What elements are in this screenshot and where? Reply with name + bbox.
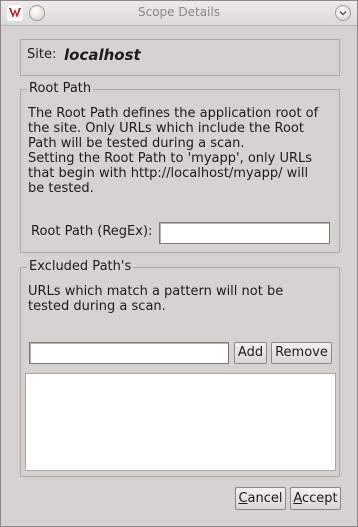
- description-line: tested during a scan.: [28, 299, 166, 314]
- title-bar[interactable]: Scope Details: [1, 1, 357, 26]
- excluded-patterns-list[interactable]: [25, 373, 336, 471]
- cancel-button[interactable]: Cancel: [235, 487, 286, 510]
- excluded-paths-group: Excluded Path's URLs which match a patte…: [20, 259, 340, 477]
- excluded-paths-description: URLs which match a pattern will not be t…: [28, 284, 283, 314]
- accept-button[interactable]: Accept: [290, 487, 341, 510]
- scope-details-dialog: Scope Details Site: localhost Root Path …: [0, 0, 358, 527]
- exclude-pattern-input[interactable]: [29, 342, 229, 364]
- site-value: localhost: [64, 46, 141, 64]
- description-line: the site. Only URLs which include the Ro…: [28, 121, 304, 136]
- window-title: Scope Details: [138, 5, 220, 19]
- accept-mnemonic: A: [293, 490, 302, 506]
- site-panel: Site: localhost: [20, 39, 340, 76]
- description-line: be tested.: [28, 181, 94, 196]
- add-button[interactable]: Add: [234, 342, 267, 364]
- description-line: URLs which match a pattern will not be: [28, 284, 284, 299]
- cancel-label-rest: ancel: [247, 490, 283, 506]
- site-label: Site:: [27, 47, 57, 62]
- description-line: The Root Path defines the application ro…: [28, 106, 319, 121]
- description-line: Setting the Root Path to 'myapp', only U…: [28, 151, 313, 166]
- root-path-group: Root Path The Root Path defines the appl…: [20, 81, 340, 253]
- chevron-down-icon[interactable]: [335, 5, 351, 21]
- description-line: Path will be tested during a scan.: [28, 136, 245, 151]
- cancel-mnemonic: C: [238, 490, 248, 506]
- root-path-description: The Root Path defines the application ro…: [28, 106, 318, 196]
- excluded-paths-legend: Excluded Path's: [27, 259, 134, 274]
- root-path-input[interactable]: [159, 222, 330, 244]
- remove-button[interactable]: Remove: [271, 342, 332, 364]
- description-line: that begin with http://localhost/myapp/ …: [28, 166, 309, 181]
- root-path-field-label: Root Path (RegEx):: [31, 224, 153, 239]
- root-path-legend: Root Path: [27, 81, 94, 96]
- accept-label-rest: ccept: [302, 490, 338, 506]
